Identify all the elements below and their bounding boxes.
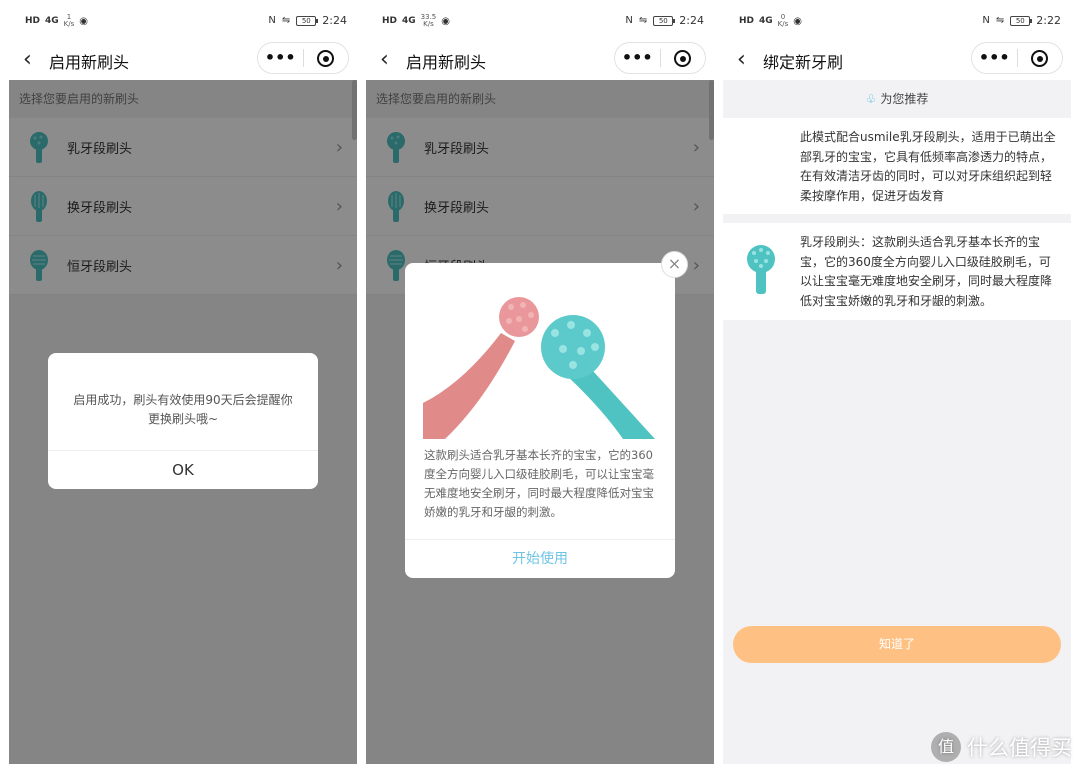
- status-time: 2:24: [679, 14, 704, 27]
- nav-bar: ‹ 启用新刷头 •••: [366, 40, 714, 80]
- ok-button[interactable]: OK: [48, 450, 318, 489]
- start-use-button[interactable]: 开始使用: [405, 539, 675, 578]
- mini-program-capsule: •••: [257, 42, 349, 74]
- back-icon[interactable]: ‹: [380, 47, 389, 72]
- back-icon[interactable]: ‹: [737, 47, 746, 72]
- mode-description: 此模式配合usmile乳牙段刷头，适用于已萌出全部乳牙的宝宝，它具有低频率高渗透…: [800, 130, 1056, 203]
- phone-screen-1: HD 4G 1 K/s ◉ N ⇋ 50 2:24 ‹ 启用新刷头 ••• 选择您…: [9, 0, 357, 764]
- nfc-icon: N: [625, 15, 633, 26]
- status-time: 2:22: [1036, 14, 1061, 27]
- more-icon[interactable]: •••: [615, 43, 660, 73]
- more-icon[interactable]: •••: [972, 43, 1017, 73]
- mini-program-capsule: •••: [971, 42, 1063, 74]
- vibrate-icon: ⇋: [995, 15, 1005, 26]
- battery-icon: 50: [1010, 15, 1033, 26]
- mode-description-card: 此模式配合usmile乳牙段刷头，适用于已萌出全部乳牙的宝宝，它具有低频率高渗透…: [723, 118, 1071, 214]
- brush-head-icon: [747, 245, 775, 294]
- got-it-button[interactable]: 知道了: [733, 626, 1061, 663]
- signal-icon: 4G: [402, 16, 416, 26]
- nav-bar: ‹ 启用新刷头 •••: [9, 40, 357, 80]
- page-title: 启用新刷头: [406, 53, 487, 72]
- battery-icon: 50: [653, 15, 676, 26]
- close-target-icon[interactable]: [1018, 43, 1063, 73]
- watermark-text: 什么值得买: [967, 736, 1072, 760]
- brush-info-dialog: 这款刷头适合乳牙基本长齐的宝宝，它的360度全方向婴儿入口级硅胶刷毛，可以让宝宝…: [405, 263, 675, 578]
- phone-screen-3: HD 4G 0 K/s ◉ N ⇋ 50 2:22 ‹ 绑定新牙刷 ••• ♧ 为您…: [723, 0, 1071, 764]
- status-time: 2:24: [322, 14, 347, 27]
- brush-description: 乳牙段刷头：这款刷头适合乳牙基本长齐的宝宝，它的360度全方向婴儿入口级硅胶刷毛…: [800, 235, 1053, 308]
- vibrate-icon: ⇋: [638, 15, 648, 26]
- recommend-icon: ♧: [865, 92, 877, 106]
- hd-icon: HD: [25, 16, 41, 26]
- battery-icon: 50: [296, 15, 319, 26]
- vibrate-icon: ⇋: [281, 15, 291, 26]
- hd-icon: HD: [739, 16, 755, 26]
- network-speed: 1 K/s: [63, 13, 75, 28]
- close-target-icon[interactable]: [661, 43, 706, 73]
- status-bar: HD 4G 0 K/s ◉ N ⇋ 50 2:22: [723, 0, 1071, 40]
- signal-icon: 4G: [45, 16, 59, 26]
- more-icon[interactable]: •••: [258, 43, 303, 73]
- eye-icon: ◉: [441, 15, 450, 27]
- watermark: 值 什么值得买: [931, 732, 1072, 762]
- back-icon[interactable]: ‹: [23, 47, 32, 72]
- phone-screen-2: HD 4G 33.5 K/s ◉ N ⇋ 50 2:24 ‹ 启用新刷头 ••• …: [366, 0, 714, 764]
- mini-program-capsule: •••: [614, 42, 706, 74]
- status-bar: HD 4G 33.5 K/s ◉ N ⇋ 50 2:24: [366, 0, 714, 40]
- hd-icon: HD: [382, 16, 398, 26]
- status-bar: HD 4G 1 K/s ◉ N ⇋ 50 2:24: [9, 0, 357, 40]
- network-speed: 0 K/s: [777, 13, 789, 28]
- close-target-icon[interactable]: [304, 43, 349, 73]
- dialog-description: 这款刷头适合乳牙基本长齐的宝宝，它的360度全方向婴儿入口级硅胶刷毛，可以让宝宝…: [424, 448, 654, 519]
- card-divider: [723, 214, 1071, 223]
- nfc-icon: N: [268, 15, 276, 26]
- eye-icon: ◉: [79, 15, 89, 27]
- brush-description-card: 乳牙段刷头：这款刷头适合乳牙基本长齐的宝宝，它的360度全方向婴儿入口级硅胶刷毛…: [723, 223, 1071, 320]
- network-speed: 33.5 K/s: [420, 13, 437, 28]
- recommend-label: 为您推荐: [880, 92, 929, 106]
- page-title: 绑定新牙刷: [763, 53, 844, 72]
- nfc-icon: N: [982, 15, 990, 26]
- dialog-message: 启用成功，刷头有效使用90天后会提醒你更换刷头哦~: [73, 393, 293, 426]
- signal-icon: 4G: [759, 16, 773, 26]
- watermark-logo: 值: [931, 732, 961, 762]
- close-icon[interactable]: ×: [661, 251, 688, 278]
- eye-icon: ◉: [793, 15, 803, 27]
- toothbrush-product-image: [423, 293, 657, 439]
- recommend-header: ♧ 为您推荐: [723, 80, 1071, 118]
- page-title: 启用新刷头: [49, 53, 130, 72]
- success-dialog: 启用成功，刷头有效使用90天后会提醒你更换刷头哦~ OK: [48, 353, 318, 489]
- nav-bar: ‹ 绑定新牙刷 •••: [723, 40, 1071, 80]
